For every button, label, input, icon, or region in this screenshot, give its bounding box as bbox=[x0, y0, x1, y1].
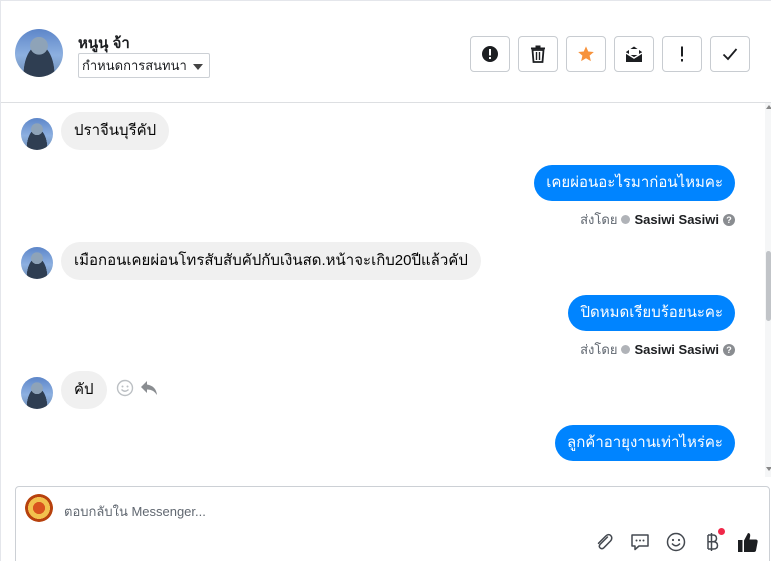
sent-by-info: ส่งโดย Sasiwi Sasiwi ? bbox=[580, 339, 735, 360]
page-avatar bbox=[25, 494, 53, 522]
message-thread[interactable]: ปราจีนบุรีคัป เคยผ่อนอะไรมาก่อนไหมคะ ส่ง… bbox=[1, 103, 764, 477]
sent-by-label: ส่งโดย bbox=[580, 342, 618, 357]
conversation-header: หนูนุ จ้า กำหนดการสนทนา bbox=[1, 1, 771, 103]
trash-icon bbox=[531, 45, 545, 63]
scroll-up-icon[interactable] bbox=[766, 105, 771, 109]
outgoing-message[interactable]: ปิดหมดเรียบร้อยนะคะ bbox=[568, 295, 735, 331]
mark-spam-button[interactable] bbox=[470, 36, 510, 72]
reply-input[interactable]: ตอบกลับใน Messenger... bbox=[64, 501, 206, 522]
paperclip-icon bbox=[597, 533, 613, 550]
thread-scrollbar[interactable] bbox=[765, 103, 771, 477]
chat-bubble-icon bbox=[631, 534, 649, 551]
sent-by-info: ส่งโดย Sasiwi Sasiwi ? bbox=[580, 209, 735, 230]
mark-unread-button[interactable] bbox=[614, 36, 654, 72]
inbox-conversation-panel: หนูนุ จ้า กำหนดการสนทนา ปราจีนบุรีคัป เค… bbox=[0, 0, 771, 561]
sender-avatar bbox=[21, 118, 53, 150]
verified-icon bbox=[621, 215, 631, 224]
outgoing-message[interactable]: เคยผ่อนอะไรมาก่อนไหมคะ bbox=[534, 165, 735, 201]
thumbs-up-icon bbox=[738, 533, 758, 552]
conversation-label-select[interactable]: กำหนดการสนทนา bbox=[78, 53, 210, 78]
like-button[interactable] bbox=[737, 531, 759, 553]
star-icon bbox=[578, 46, 594, 62]
incoming-message[interactable]: คัป bbox=[61, 371, 107, 409]
help-icon[interactable]: ? bbox=[723, 343, 735, 356]
help-icon[interactable]: ? bbox=[723, 213, 735, 226]
incoming-message[interactable]: ปราจีนบุรีคัป bbox=[61, 112, 170, 150]
sender-name: Sasiwi Sasiwi bbox=[634, 342, 719, 357]
mark-done-button[interactable] bbox=[710, 36, 750, 72]
star-button[interactable] bbox=[566, 36, 606, 72]
envelope-icon bbox=[625, 46, 643, 62]
sender-avatar bbox=[21, 377, 53, 409]
emoji-icon bbox=[666, 532, 686, 552]
incoming-message[interactable]: เมือกอนเคยผ่อนโทรสับสับคัปกับเงินสด.หน้า… bbox=[61, 242, 481, 280]
baht-icon bbox=[707, 533, 719, 551]
check-icon bbox=[722, 48, 738, 61]
sent-by-label: ส่งโดย bbox=[580, 212, 618, 227]
smiley-icon[interactable] bbox=[116, 379, 134, 397]
outgoing-message[interactable]: ลูกค้าอายุงานเท่าไหร่คะ bbox=[555, 425, 735, 461]
emoji-button[interactable] bbox=[665, 531, 687, 553]
attach-button[interactable] bbox=[593, 531, 615, 553]
verified-icon bbox=[621, 345, 631, 354]
delete-button[interactable] bbox=[518, 36, 558, 72]
contact-name[interactable]: หนูนุ จ้า bbox=[78, 31, 130, 55]
alert-circle-icon bbox=[482, 46, 498, 62]
conversation-label-value: กำหนดการสนทนา bbox=[82, 58, 187, 73]
reply-composer[interactable]: ตอบกลับใน Messenger... bbox=[15, 486, 770, 561]
scroll-down-icon[interactable] bbox=[766, 467, 771, 471]
message-actions bbox=[116, 379, 158, 397]
notification-dot bbox=[718, 528, 725, 535]
scrollbar-thumb[interactable] bbox=[766, 251, 771, 321]
exclamation-icon bbox=[681, 46, 683, 62]
sender-avatar bbox=[21, 247, 53, 279]
contact-avatar[interactable] bbox=[15, 29, 63, 77]
chevron-down-icon bbox=[192, 64, 203, 70]
payment-button[interactable] bbox=[701, 528, 725, 553]
saved-replies-button[interactable] bbox=[629, 531, 651, 553]
follow-up-button[interactable] bbox=[662, 36, 702, 72]
reply-icon[interactable] bbox=[140, 380, 158, 396]
composer-toolbar bbox=[593, 528, 759, 553]
sender-name: Sasiwi Sasiwi bbox=[634, 212, 719, 227]
